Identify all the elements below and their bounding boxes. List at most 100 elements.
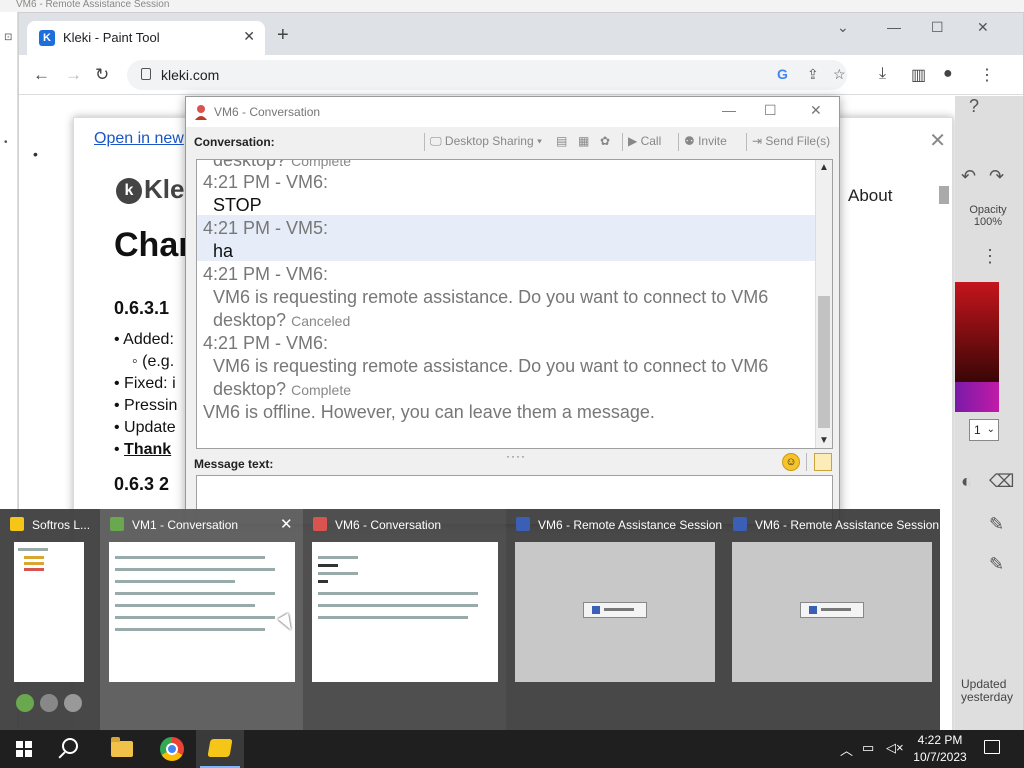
eraser-icon[interactable]: ⌫ [989, 471, 1014, 492]
thumbnail-title: VM6 - Conversation [335, 518, 442, 532]
opacity-readout: Opacity 100% [969, 204, 1007, 228]
start-button[interactable] [0, 730, 48, 768]
browser-toolbar: ← → ↻ kleki.com G ⇪ ☆ ⤓ ▥ ● ⋮ [19, 55, 1023, 95]
redo-icon[interactable]: ↷ [989, 166, 1004, 187]
download-icon[interactable]: ⤓ [879, 65, 886, 83]
kleki-right-toolbar: ? ↶ ↷ Opacity 100% ⋮ 1 ⌄ ◐ ⌫ ✎ ✎ Updated ye… [955, 96, 1023, 731]
network-icon[interactable]: ▭ [862, 740, 874, 756]
page-bullet: • [33, 146, 38, 162]
profile-icon[interactable]: ● [943, 65, 953, 83]
modal-scrollbar[interactable] [939, 186, 949, 686]
thumbnail-preview [732, 542, 932, 682]
thumbnail-close-icon[interactable]: ✕ [280, 515, 293, 533]
search-button[interactable] [48, 730, 96, 768]
send-files-button[interactable]: ⇥ Send File(s) [752, 134, 830, 148]
scroll-thumb[interactable] [939, 186, 949, 204]
toolbar-separator [806, 453, 807, 471]
format-text-icon[interactable] [814, 453, 832, 471]
contacts-icon[interactable]: ▦ [578, 134, 589, 148]
maximize-button[interactable]: ☐ [764, 102, 777, 119]
open-in-new-link[interactable]: Open in new [94, 130, 184, 148]
about-link[interactable]: About [848, 186, 892, 206]
close-window-button[interactable]: ✕ [977, 19, 989, 36]
google-translate-icon[interactable]: G [777, 66, 788, 82]
minimize-button[interactable]: — [887, 19, 901, 35]
preview-line [115, 604, 255, 607]
call-button[interactable]: ▶ Call [628, 134, 661, 148]
tab-strip: K Kleki - Paint Tool ✕ + ⌄ — ☐ ✕ [19, 13, 1023, 55]
thumbnail-remote-session-1[interactable]: VM6 - Remote Assistance Session [506, 509, 723, 730]
preview-line [115, 592, 275, 595]
maximize-button[interactable]: ☐ [931, 19, 944, 36]
fill-icon[interactable]: ◐ [961, 471, 972, 492]
tab-search-icon[interactable]: ⌄ [837, 19, 849, 36]
share-icon[interactable]: ⇪ [807, 66, 819, 83]
invite-button[interactable]: ⚉ Invite [684, 134, 727, 148]
user-avatar-icon[interactable] [64, 694, 82, 712]
menu-kebab-icon[interactable]: ⋮ [979, 65, 995, 85]
pen-icon[interactable]: ✎ [989, 514, 1004, 535]
preview-line [115, 616, 275, 619]
minimize-button[interactable]: — [722, 102, 736, 118]
message-status-line: desktop? Complete [213, 159, 351, 170]
thumbnail-remote-session-2[interactable]: VM6 - Remote Assistance Session [723, 509, 940, 730]
message-body: STOP [213, 195, 262, 215]
offline-notice: VM6 is offline. However, you can leave t… [203, 402, 655, 422]
tab-close-icon[interactable]: ✕ [243, 28, 255, 45]
forward-icon[interactable]: → [65, 65, 82, 85]
participants-icon[interactable]: ✿ [600, 134, 610, 148]
help-icon[interactable]: ? [969, 96, 979, 117]
address-bar[interactable]: kleki.com G ⇪ ☆ [127, 60, 847, 90]
desktop-sharing-button[interactable]: 🖵 Desktop Sharing ▾ [430, 134, 542, 149]
file-explorer-button[interactable] [98, 730, 146, 768]
close-window-button[interactable]: ✕ [810, 102, 822, 119]
softros-taskbar-button[interactable] [196, 730, 244, 768]
pencil-icon[interactable]: ✎ [989, 554, 1004, 575]
undo-icon[interactable]: ↶ [961, 166, 976, 187]
changelog-subitem: ◦ (e.g. [132, 353, 175, 370]
history-icon[interactable]: ▤ [556, 134, 567, 148]
thumbnail-vm6-conversation[interactable]: VM6 - Conversation [303, 509, 506, 730]
scroll-up-icon[interactable]: ▲ [819, 162, 829, 173]
modal-close-icon[interactable]: ✕ [929, 128, 946, 153]
user-avatar-icon[interactable] [40, 694, 58, 712]
kleki-favicon-icon: K [39, 30, 55, 46]
taskbar-clock[interactable]: 4:22 PM 10/7/2023 [910, 732, 970, 766]
tab-kleki[interactable]: K Kleki - Paint Tool ✕ [27, 21, 265, 55]
message-scrollbar[interactable]: ▲ ▼ [815, 160, 832, 448]
thumbnail-preview [312, 542, 498, 682]
volume-icon[interactable]: ◁× [886, 740, 904, 756]
conversation-label: Conversation: [194, 135, 275, 149]
back-icon[interactable]: ← [33, 65, 50, 85]
tray-overflow-icon[interactable]: ︿ [840, 740, 853, 759]
message-header: 4:21 PM - VM6: [203, 172, 329, 192]
brush-size-select[interactable]: 1 ⌄ [969, 419, 999, 441]
message-body: VM6 is requesting remote assistance. Do … [213, 287, 769, 307]
splitter-grip[interactable]: ···· [506, 449, 526, 463]
emoji-icon[interactable]: ☺ [782, 453, 800, 471]
bookmark-star-icon[interactable]: ☆ [833, 66, 846, 83]
thumbnail-preview [14, 542, 84, 682]
left-strip-icon: ⊡ [4, 32, 13, 43]
scroll-down-icon[interactable]: ▼ [819, 435, 829, 446]
preview-line [24, 562, 44, 565]
preview-line [318, 556, 358, 559]
chrome-taskbar-button[interactable] [148, 730, 196, 768]
changelog-heading: Char [114, 226, 192, 264]
preview-line [24, 568, 44, 571]
preview-line [115, 580, 235, 583]
color-picker[interactable] [955, 282, 999, 382]
thumbnail-vm1-conversation[interactable]: VM1 - Conversation ✕ [100, 509, 303, 730]
notification-icon[interactable] [984, 740, 1000, 754]
user-avatar-icon[interactable] [16, 694, 34, 712]
new-tab-button[interactable]: + [277, 25, 289, 45]
toolbar-separator [622, 133, 623, 151]
hue-slider[interactable] [955, 382, 999, 412]
settings-slider-icon[interactable]: ⋮ [981, 246, 999, 267]
preview-line [115, 628, 265, 631]
reload-icon[interactable]: ↻ [95, 65, 109, 85]
message-header: 4:21 PM - VM6: [203, 264, 329, 284]
message-history[interactable]: desktop? Complete 4:21 PM - VM6: STOP 4:… [196, 159, 833, 449]
scroll-thumb[interactable] [818, 296, 830, 428]
side-panel-icon[interactable]: ▥ [911, 65, 926, 85]
